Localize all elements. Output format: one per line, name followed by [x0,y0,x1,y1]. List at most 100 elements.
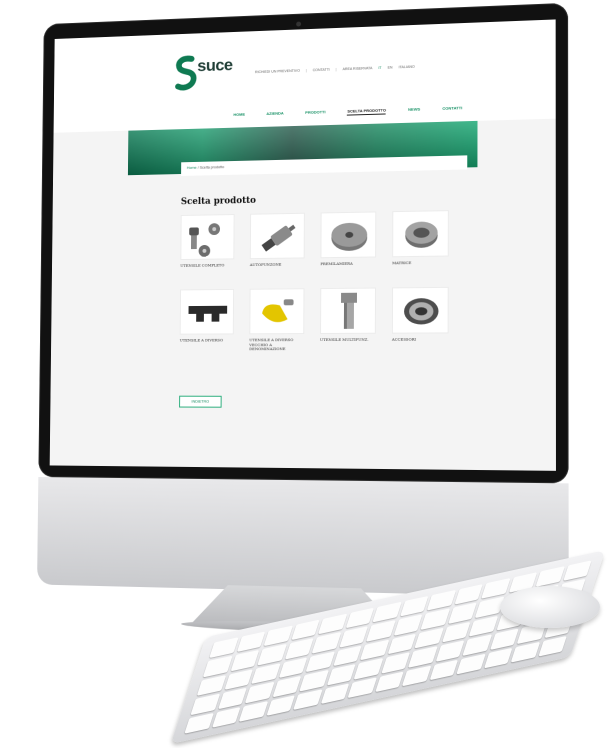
keyboard-key [429,659,459,681]
product-card-utensile-completo[interactable]: UTENSILE COMPLETO [180,214,235,269]
keyboard-key [209,637,239,659]
keyboard-key [372,601,402,623]
product-card-matrice[interactable]: MATRICE [392,210,449,266]
camera [296,21,302,27]
keyboard-key [489,628,519,650]
product-card-autopunzone[interactable]: AUTOPUNZONE [249,212,305,268]
product-card-premilamiera[interactable]: PREMILAMIERA [320,211,377,267]
keyboard-key [251,663,281,685]
keyboard-key [320,682,350,705]
yellow-tool-icon [249,288,305,335]
breadcrumb-current: Scelta prodotto [199,165,225,170]
breadcrumb: Home / Scelta prodotto [186,165,225,170]
product-card-utensile-multifunz[interactable]: UTENSILE MULTIFUNZ. [319,287,377,343]
self-punch-icon [249,212,305,260]
logo[interactable]: suce [174,53,241,94]
product-label: PREMILAMIERA [320,260,353,267]
keyboard-key [353,658,383,680]
keyboard-key [284,638,314,660]
keyboard-key [374,671,404,693]
lang-select[interactable]: ITALIANO [399,65,415,70]
stripper-icon [320,211,377,259]
keyboard-key [510,641,540,663]
keyboard-key [263,625,293,647]
nav-item-scelta-prodotto[interactable]: Scelta prodotto [347,107,387,116]
keyboard-key [380,652,410,674]
keyboard-key [435,640,465,662]
keyboard-key [426,589,456,612]
keyboard-key [290,619,320,641]
keyboard-key [462,634,492,656]
product-label: MATRICE [392,260,412,266]
keyboard-key [236,631,266,653]
main-nav: Home Azienda Prodotti Scelta prodotto Ne… [233,105,462,119]
keyboard-key [244,681,274,704]
keyboard-key [278,657,308,679]
accessory-icon [391,286,449,334]
keyboard-key [317,613,347,635]
product-label: UTENSILE A DIVERSO [179,337,224,343]
mouse [500,586,600,628]
keyboard-key [265,694,296,716]
keyboard-key [453,583,483,606]
keyboard-key [211,706,241,728]
nav-item-azienda[interactable]: Azienda [266,111,283,118]
lang-it[interactable]: IT [378,66,381,70]
nav-item-home[interactable]: Home [233,112,245,119]
keyboard-key [345,607,375,629]
logo-mark-icon [174,55,197,95]
keyboard-key [562,560,592,582]
browser-screen: suce RICHIEDI UN PREVENTIVO | CONTATTI |… [49,19,556,471]
top-link-quote[interactable]: RICHIEDI UN PREVENTIVO [255,69,300,74]
top-link-contacts[interactable]: CONTATTI [313,68,330,73]
product-card-utensile-vecchio[interactable]: UTENSILE A DIVERSO VECCHIO A DENOMINAZIO… [249,288,305,352]
keyboard-key [414,627,444,649]
keyboard-key [393,614,423,636]
special-tool-icon [179,288,235,335]
nav-item-contatti[interactable]: Contatti [442,105,462,113]
keyboard-key [408,646,438,668]
product-grid: UTENSILE COMPLETO AUTOPUNZONE PREMILAMIE… [180,210,457,352]
top-links: RICHIEDI UN PREVENTIVO | CONTATTI | AREA… [254,64,415,75]
keyboard-key [217,687,247,709]
die-icon [392,210,449,258]
keyboard-key [420,608,450,630]
lang-en[interactable]: EN [388,66,393,70]
multitool-icon [320,287,377,334]
keyboard-key [202,656,232,678]
keyboard-key [230,650,260,672]
product-card-utensile-diverso[interactable]: UTENSILE A DIVERSO [179,288,235,343]
keyboard-key [332,645,362,667]
keyboard-key [537,635,567,657]
keyboard-key [399,595,429,617]
main-content: Scelta prodotto UTENSILE COMPLETO AUTOPU… [179,192,457,408]
logo-text: suce [197,55,233,76]
keyboard-key [305,651,335,673]
nav-item-prodotti[interactable]: Prodotti [305,109,325,117]
product-label: UTENSILE COMPLETO [180,262,225,268]
top-link-reserved[interactable]: AREA RISERVATA [343,66,373,71]
keyboard-key [196,674,226,697]
product-label: AUTOPUNZONE [249,261,282,268]
breadcrumb-home[interactable]: Home [187,166,197,170]
keyboard-key [468,615,498,637]
keyboard-key [238,700,268,722]
keyboard-key [190,693,220,715]
keyboard-key [401,665,431,687]
back-button[interactable]: INDIETRO [179,395,222,408]
keyboard-key [326,664,356,686]
keyboard-key [257,644,287,666]
product-label: UTENSILE MULTIFUNZ. [319,336,369,342]
product-card-accessori[interactable]: ACCESSORI [391,286,449,343]
nav-item-news[interactable]: News [408,106,420,113]
keyboard-key [456,653,486,675]
keyboard-key [184,712,214,734]
keyboard-key [441,621,471,643]
keyboard-key [311,632,341,654]
keyboard-key [272,675,302,698]
keyboard-key [338,626,368,648]
keyboard-key [447,602,477,624]
keyboard-key [366,620,396,642]
product-label: UTENSILE A DIVERSO VECCHIO A DENOMINAZIO… [249,337,294,352]
keyboard-key [387,633,417,655]
